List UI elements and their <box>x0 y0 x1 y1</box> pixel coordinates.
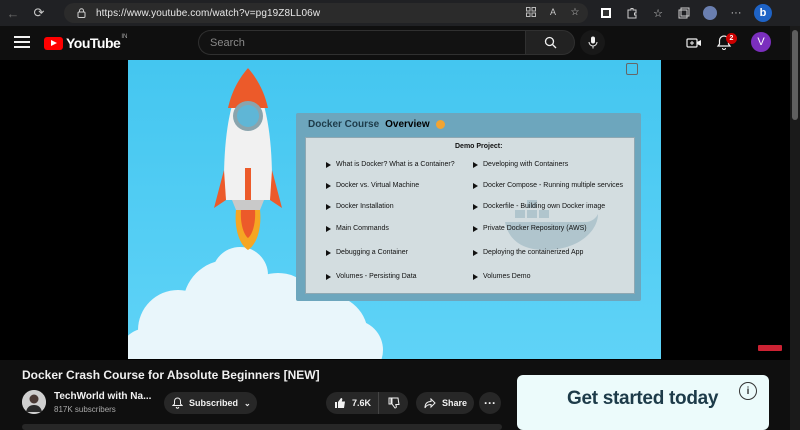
bing-copilot-icon[interactable]: b <box>754 4 772 22</box>
slide-heading: Docker Course Overview <box>308 119 445 130</box>
demo-project-heading: Demo Project: <box>455 143 503 150</box>
share-button[interactable]: Share <box>416 392 474 414</box>
share-label: Share <box>442 398 468 408</box>
puzzle-extensions-icon[interactable] <box>624 5 640 21</box>
topic-item: Main Commands <box>326 225 389 232</box>
thumbs-down-icon <box>388 397 400 409</box>
favorite-add-icon[interactable]: ☆ <box>568 5 582 19</box>
bullet-arrow-icon <box>326 273 331 280</box>
cast-icon[interactable] <box>626 63 638 75</box>
chevron-down-icon: ⌄ <box>244 398 251 408</box>
topic-item: Docker vs. Virtual Machine <box>326 182 419 189</box>
logo-text: YouTube <box>66 35 121 51</box>
topic-item: Debugging a Container <box>326 249 408 256</box>
youtube-watermark-icon <box>758 345 782 351</box>
notification-badge: 2 <box>726 33 737 44</box>
youtube-play-icon <box>44 36 63 50</box>
create-video-button[interactable] <box>686 35 702 51</box>
topic-item: Docker Compose - Running multiple servic… <box>473 182 623 189</box>
bell-icon <box>172 397 183 409</box>
voice-search-button[interactable] <box>580 30 605 55</box>
share-icon <box>424 397 436 408</box>
channel-avatar[interactable] <box>22 390 46 414</box>
profile-icon[interactable] <box>702 5 718 21</box>
topic-item: Docker Installation <box>326 203 394 210</box>
like-dislike-group: 7.6K <box>326 392 408 414</box>
like-count: 7.6K <box>352 398 372 408</box>
bullet-arrow-icon <box>473 203 478 210</box>
bullet-arrow-icon <box>473 225 478 232</box>
search-button[interactable] <box>525 30 575 55</box>
description-box[interactable] <box>22 424 502 430</box>
back-button[interactable]: ← <box>0 0 26 26</box>
bullet-arrow-icon <box>326 161 331 168</box>
like-button[interactable]: 7.6K <box>326 392 379 414</box>
thumbs-up-icon <box>335 398 345 408</box>
search-box <box>198 30 575 55</box>
bullet-arrow-icon <box>326 203 331 210</box>
scrollbar-thumb[interactable] <box>792 30 798 120</box>
topic-item: Volumes - Persisting Data <box>326 273 417 280</box>
bullet-arrow-icon <box>326 182 331 189</box>
search-input[interactable] <box>198 30 525 55</box>
video-add-icon <box>686 38 701 48</box>
youtube-header: YouTube IN 2 V <box>0 26 800 60</box>
topic-item: Dockerfile - Building own Docker image <box>473 203 605 210</box>
subscribed-label: Subscribed <box>189 398 239 408</box>
extension-icon[interactable] <box>598 5 614 21</box>
bullet-arrow-icon <box>326 249 331 256</box>
favorites-icon[interactable]: ☆ <box>650 5 666 21</box>
collections-icon[interactable] <box>676 5 692 21</box>
country-code: IN <box>121 34 128 40</box>
bullet-arrow-icon <box>473 273 478 280</box>
topic-item: Deploying the containerized App <box>473 249 583 256</box>
microphone-icon <box>588 36 597 49</box>
ad-text[interactable]: Get started today <box>567 388 718 410</box>
url-text: https://www.youtube.com/watch?v=pg19Z8LL… <box>96 7 321 19</box>
grid-icon[interactable] <box>524 5 538 19</box>
topic-item: Volumes Demo <box>473 273 530 280</box>
slide-title-overview: Overview <box>385 119 430 130</box>
topic-item: Developing with Containers <box>473 161 568 168</box>
subscribed-button[interactable]: Subscribed ⌄ <box>164 392 257 414</box>
bullet-arrow-icon <box>473 182 478 189</box>
gear-icon <box>435 120 445 129</box>
video-title: Docker Crash Course for Absolute Beginne… <box>22 368 320 382</box>
lock-icon <box>74 6 88 20</box>
account-avatar[interactable]: V <box>751 32 771 52</box>
more-actions-button[interactable]: ··· <box>479 392 501 414</box>
browser-toolbar: ← ⟳ https://www.youtube.com/watch?v=pg19… <box>0 0 800 26</box>
address-bar[interactable]: https://www.youtube.com/watch?v=pg19Z8LL… <box>64 3 588 23</box>
search-icon <box>544 36 556 49</box>
bullet-arrow-icon <box>473 249 478 256</box>
youtube-logo[interactable]: YouTube IN <box>44 34 128 51</box>
slide-title-course: Docker Course <box>308 119 380 130</box>
ad-info-icon[interactable]: i <box>739 382 757 400</box>
topic-item: Private Docker Repository (AWS) <box>473 225 587 232</box>
channel-name[interactable]: TechWorld with Na... <box>54 391 151 402</box>
bullet-arrow-icon <box>473 161 478 168</box>
read-aloud-icon[interactable]: A <box>546 5 560 19</box>
topic-item: What is Docker? What is a Container? <box>326 161 455 168</box>
dislike-button[interactable] <box>379 397 408 409</box>
reload-button[interactable]: ⟳ <box>26 0 52 26</box>
more-menu-icon[interactable]: ··· <box>728 5 744 21</box>
menu-icon[interactable] <box>14 36 30 48</box>
subscriber-count: 817K subscribers <box>54 405 116 414</box>
bullet-arrow-icon <box>326 225 331 232</box>
